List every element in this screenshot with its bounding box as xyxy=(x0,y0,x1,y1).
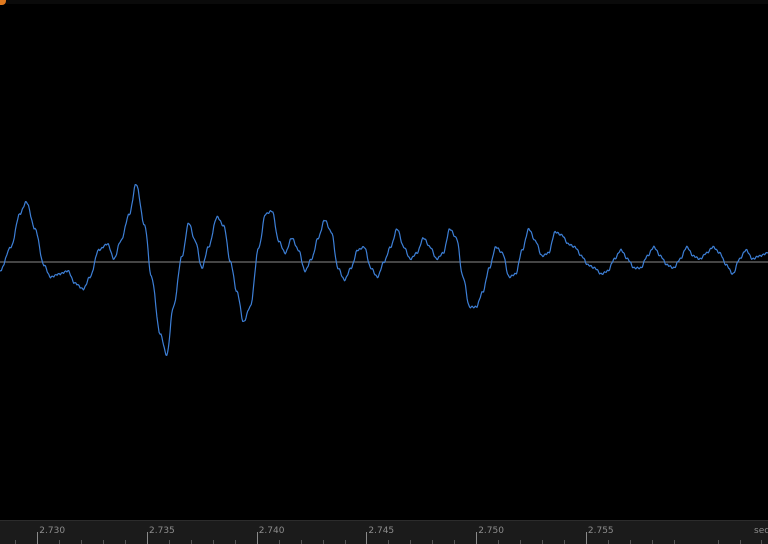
ruler-minor-tick xyxy=(563,540,565,544)
ruler-major-tick xyxy=(147,532,148,544)
ruler-minor-tick xyxy=(520,540,521,544)
ruler-minor-tick xyxy=(388,540,390,544)
ruler-tick-label: 2.750 xyxy=(478,526,504,536)
ruler-minor-tick xyxy=(739,540,741,544)
ruler-minor-tick xyxy=(410,540,412,544)
ruler-minor-tick xyxy=(607,540,609,544)
ruler-minor-tick xyxy=(81,540,83,544)
ruler-minor-tick xyxy=(300,540,302,544)
ruler-minor-tick xyxy=(169,540,170,544)
ruler-minor-tick xyxy=(125,540,127,544)
ruler-minor-tick xyxy=(717,540,719,544)
ruler-minor-tick xyxy=(432,540,434,544)
ruler-major-tick xyxy=(585,532,587,544)
ruler-minor-tick xyxy=(103,540,105,544)
ruler-minor-tick xyxy=(344,540,346,544)
ruler-tick-label: 2.755 xyxy=(587,526,614,536)
ruler-major-tick xyxy=(37,532,39,544)
ruler-minor-tick xyxy=(651,540,653,544)
ruler-tick-label: 2.745 xyxy=(368,526,395,536)
ruler-minor-tick xyxy=(761,540,763,544)
ruler-minor-tick xyxy=(190,540,192,544)
waveform-editor: 2.730 2.735 2.740 2.745 2.750 2.755 sec xyxy=(0,0,768,544)
ruler-major-tick xyxy=(476,532,478,544)
ruler-minor-tick xyxy=(234,540,236,544)
ruler-minor-tick xyxy=(278,540,280,544)
ruler-minor-tick xyxy=(212,540,214,544)
ruler-tick-label: 2.730 xyxy=(39,526,66,536)
ruler-tick-label: 2.735 xyxy=(149,526,175,536)
timeline-ruler[interactable]: 2.730 2.735 2.740 2.745 2.750 2.755 sec xyxy=(0,520,768,544)
ruler-minor-tick xyxy=(542,540,543,544)
ruler-major-tick xyxy=(366,532,368,544)
ruler-minor-tick xyxy=(322,540,324,544)
ruler-minor-tick xyxy=(629,540,631,544)
ruler-minor-tick xyxy=(498,540,500,544)
ruler-minor-tick xyxy=(673,540,675,544)
waveform-canvas[interactable] xyxy=(0,4,768,520)
waveform-trace xyxy=(0,184,768,356)
ruler-minor-tick xyxy=(454,540,456,544)
ruler-major-tick xyxy=(256,532,258,544)
waveform-view[interactable] xyxy=(0,4,768,520)
ruler-minor-tick xyxy=(59,540,61,544)
time-unit-label: sec xyxy=(754,526,768,536)
ruler-minor-tick xyxy=(15,540,17,544)
ruler-tick-label: 2.740 xyxy=(258,526,285,536)
